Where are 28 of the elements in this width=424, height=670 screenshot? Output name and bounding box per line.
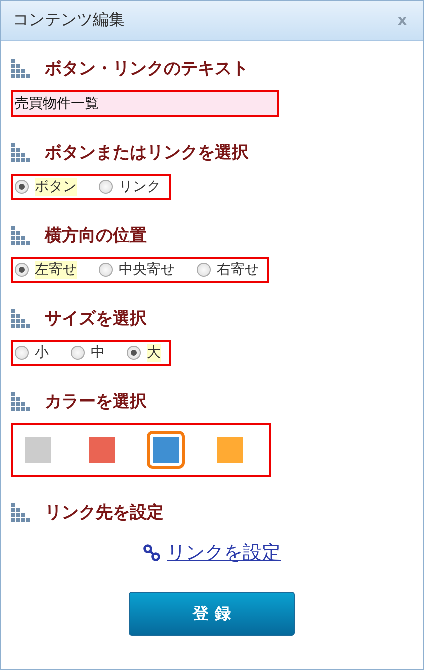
radio-button[interactable]: [15, 180, 29, 194]
window-title: コンテンツ編集: [13, 10, 125, 31]
section-heading: 横方向の位置: [45, 225, 147, 247]
radio-button[interactable]: [127, 346, 141, 360]
radio-label[interactable]: 大: [147, 344, 161, 362]
radio-label[interactable]: 小: [35, 344, 49, 362]
register-button[interactable]: 登 録: [129, 592, 295, 636]
section-heading: ボタンまたはリンクを選択: [45, 142, 249, 164]
radio-button[interactable]: [99, 180, 113, 194]
radio-button[interactable]: [15, 346, 29, 360]
set-link[interactable]: リンクを設定: [167, 540, 281, 566]
color-swatch[interactable]: [147, 431, 185, 469]
radio-button[interactable]: [71, 346, 85, 360]
section-heading: サイズを選択: [45, 308, 147, 330]
radio-label[interactable]: 中央寄せ: [119, 261, 175, 279]
link-icon: [143, 544, 161, 562]
section-heading: リンク先を設定: [45, 502, 164, 524]
radio-button[interactable]: [99, 263, 113, 277]
text-field[interactable]: 売買物件一覧: [11, 90, 279, 117]
radio-button[interactable]: [15, 263, 29, 277]
radio-label[interactable]: 右寄せ: [217, 261, 259, 279]
section-heading: ボタン・リンクのテキスト: [45, 58, 249, 80]
radio-label[interactable]: リンク: [119, 178, 161, 196]
radio-label[interactable]: 左寄せ: [35, 261, 77, 279]
radio-label[interactable]: ボタン: [35, 178, 77, 196]
radio-button[interactable]: [197, 263, 211, 277]
section-heading: カラーを選択: [45, 391, 147, 413]
radio-label[interactable]: 中: [91, 344, 105, 362]
